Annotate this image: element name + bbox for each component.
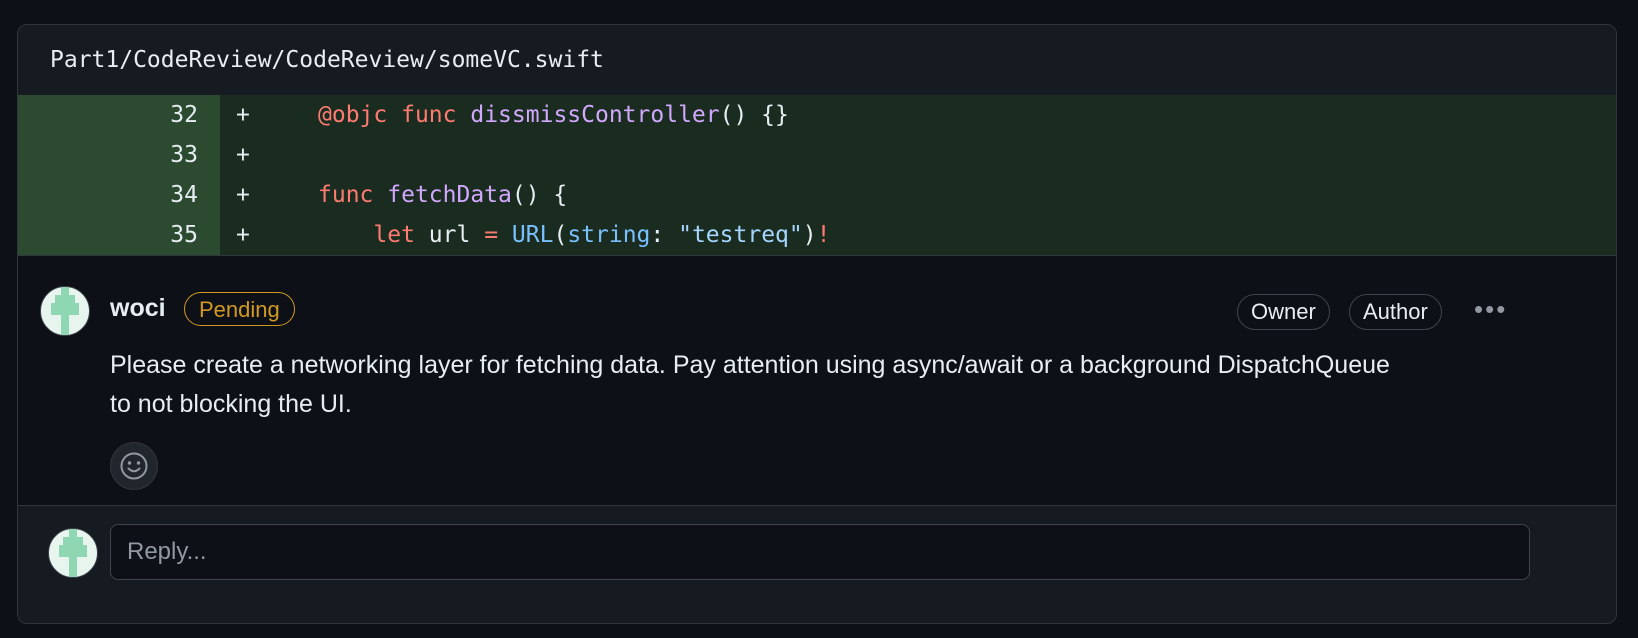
diff-block: 32 + @objc func dissmissController() {} … [18,95,1616,256]
code-text: func fetchData() { [318,182,568,208]
reply-avatar [48,528,98,578]
review-comment: woci Pending Owner Author ••• Please cre… [18,256,1616,521]
diff-line: 32 + @objc func dissmissController() {} [18,95,1616,135]
line-number[interactable]: 35 [18,215,220,255]
diff-line: 35 + let url = URL(string: "testreq")! [18,215,1616,255]
code-text: @objc func dissmissController() {} [318,102,789,128]
add-reaction-button[interactable] [110,442,158,490]
file-path[interactable]: Part1/CodeReview/CodeReview/someVC.swift [50,47,604,73]
code-text: let url = URL(string: "testreq")! [373,222,831,248]
added-sign: + [236,182,250,208]
reply-area [18,505,1616,623]
added-sign: + [236,102,250,128]
more-options-icon[interactable]: ••• [1474,294,1507,325]
author-badge: Author [1349,294,1442,330]
added-sign: + [236,222,250,248]
avatar[interactable] [40,286,90,336]
line-number[interactable]: 32 [18,95,220,135]
reply-input[interactable] [110,524,1530,580]
line-number[interactable]: 33 [18,135,220,175]
comment-body: Please create a networking layer for fet… [110,351,1390,418]
owner-badge: Owner [1237,294,1330,330]
pending-badge: Pending [184,292,295,326]
smiley-icon [120,452,148,480]
line-number[interactable]: 34 [18,175,220,215]
file-path-header[interactable]: Part1/CodeReview/CodeReview/someVC.swift [18,25,1616,95]
diff-line: 33 + [18,135,1616,175]
added-sign: + [236,142,250,168]
comment-author[interactable]: woci [110,294,166,323]
diff-line: 34 + func fetchData() { [18,175,1616,215]
review-thread-card: Part1/CodeReview/CodeReview/someVC.swift… [17,24,1617,624]
